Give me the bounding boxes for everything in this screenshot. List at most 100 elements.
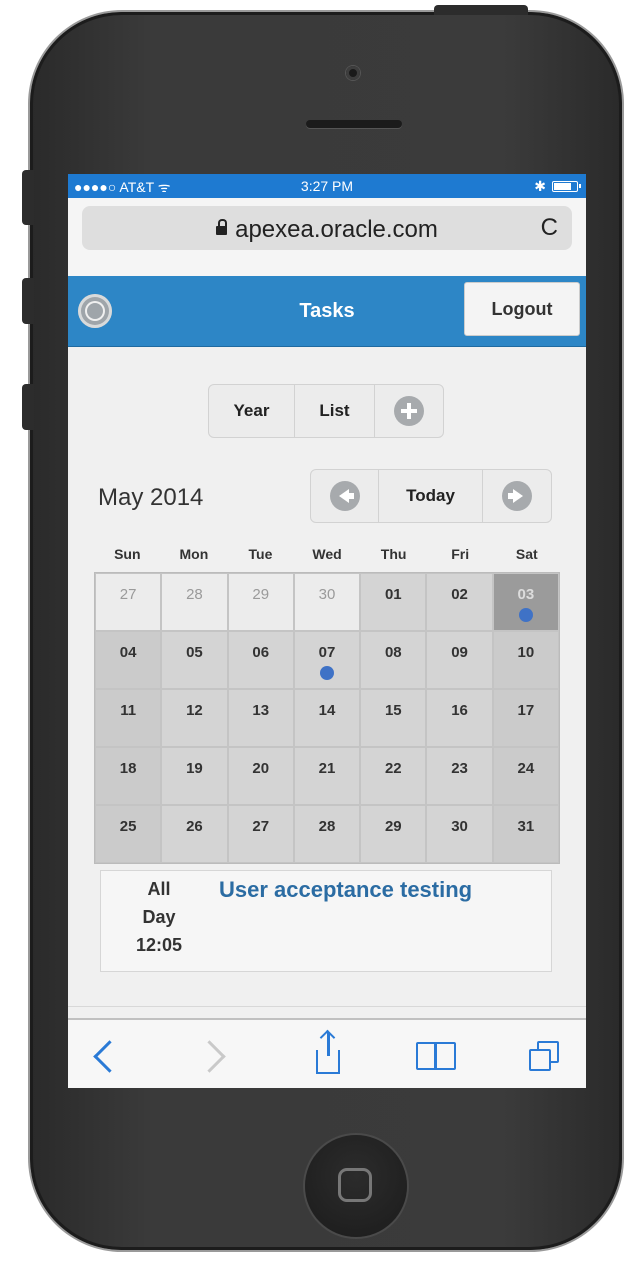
next-month-button[interactable]	[483, 470, 551, 522]
tabs-button[interactable]	[520, 1032, 568, 1080]
volume-up-button[interactable]	[22, 278, 34, 324]
calendar-day-cell[interactable]: 28	[161, 573, 228, 631]
calendar-day-number: 25	[119, 818, 137, 835]
status-bar: ●●●●○ AT&T ᯤ 3:27 PM ✱	[68, 174, 586, 198]
calendar-day-cell[interactable]: 02	[426, 573, 493, 631]
calendar-day-cell[interactable]: 25	[95, 805, 162, 863]
calendar-day-cell[interactable]: 31	[492, 805, 559, 863]
calendar-day-cell[interactable]: 12	[161, 689, 228, 747]
calendar-day-number: 22	[384, 760, 402, 777]
event-title-link[interactable]: User acceptance testing	[219, 877, 472, 903]
calendar-day-number: 05	[186, 644, 203, 661]
bluetooth-icon: ✱	[534, 178, 546, 194]
calendar-day-cell[interactable]: 19	[161, 747, 228, 805]
calendar-day-cell[interactable]: 26	[161, 805, 228, 863]
calendar-day-number: 16	[451, 702, 468, 719]
calendar-day-number: 13	[252, 702, 270, 719]
calendar-day-cell[interactable]: 01	[360, 573, 427, 631]
calendar-day-number: 20	[252, 760, 270, 777]
logout-button[interactable]: Logout	[464, 282, 580, 336]
dow-sat: Sat	[515, 546, 538, 562]
year-view-button[interactable]: Year	[209, 385, 295, 437]
calendar-day-cell[interactable]: 13	[227, 689, 294, 747]
forward-button[interactable]	[190, 1032, 238, 1080]
calendar-day-cell[interactable]: 21	[293, 747, 361, 805]
calendar-day-cell[interactable]: 08	[360, 631, 427, 689]
calendar-day-cell[interactable]: 23	[426, 747, 493, 805]
home-square-icon	[338, 1168, 372, 1202]
calendar-day-cell[interactable]: 04	[95, 631, 162, 689]
calendar-day-cell[interactable]: 22	[360, 747, 427, 805]
calendar-day-cell[interactable]: 10	[492, 631, 559, 689]
address-bar[interactable]: apexea.oracle.com C	[82, 206, 572, 250]
calendar-day-cell[interactable]: 06	[227, 631, 294, 689]
calendar-day-cell[interactable]: 16	[426, 689, 493, 747]
calendar-day-cell[interactable]: 15	[360, 689, 427, 747]
bookmarks-icon	[416, 1042, 456, 1070]
calendar-day-number: 18	[119, 760, 137, 777]
calendar-day-cell[interactable]: 09	[426, 631, 493, 689]
day-of-week-header: Sun Mon Tue Wed Thu Fri Sat	[94, 546, 560, 562]
chevron-left-icon	[92, 1039, 126, 1073]
calendar-day-number: 14	[318, 702, 336, 719]
volume-down-button[interactable]	[22, 384, 34, 430]
calendar-day-number: 26	[186, 818, 203, 835]
camera-icon	[346, 66, 360, 80]
dow-sun: Sun	[114, 546, 141, 562]
calendar-day-number: 08	[384, 644, 402, 661]
calendar-day-number: 02	[451, 586, 468, 603]
event-detail-panel[interactable]: All Day 12:05 User acceptance testing	[100, 870, 552, 972]
list-view-button[interactable]: List	[295, 385, 375, 437]
calendar-grid: 27 28 29 30 01 02 03 04 05 06 07 08 09 10 11 12 13 14 15 16…	[94, 572, 560, 864]
plus-circle-icon	[394, 396, 424, 426]
event-time-line: 12:05	[135, 935, 183, 955]
add-task-button[interactable]	[375, 385, 443, 437]
home-button[interactable]	[305, 1135, 407, 1237]
calendar-day-cell[interactable]: 27	[95, 573, 162, 631]
calendar-day-number: 29	[384, 818, 402, 835]
calendar-day-cell[interactable]: 18	[95, 747, 162, 805]
dow-fri: Fri	[451, 546, 470, 562]
safari-address-area: apexea.oracle.com C	[68, 198, 586, 276]
view-button-group: Year List	[208, 384, 444, 438]
bookmarks-button[interactable]	[412, 1032, 460, 1080]
calendar-day-number: 07	[318, 644, 336, 661]
calendar-day-cell[interactable]: 29	[360, 805, 427, 863]
today-button[interactable]: Today	[379, 470, 483, 522]
calendar-day-cell[interactable]: 20	[227, 747, 294, 805]
dow-tue: Tue	[248, 546, 273, 562]
share-button[interactable]	[304, 1032, 352, 1080]
calendar-day-number: 27	[252, 818, 270, 835]
calendar-day-cell[interactable]: 17	[492, 689, 559, 747]
calendar-day-cell[interactable]: 14	[293, 689, 361, 747]
calendar-day-number: 01	[384, 586, 402, 603]
event-time-line: All	[147, 879, 171, 899]
calendar-day-cell[interactable]: 28	[293, 805, 361, 863]
calendar-day-number: 09	[451, 644, 468, 661]
mute-switch[interactable]	[22, 170, 34, 225]
calendar-day-cell[interactable]: 07	[293, 631, 361, 689]
calendar-day-cell[interactable]: 05	[161, 631, 228, 689]
calendar-day-cell[interactable]: 11	[95, 689, 162, 747]
lock-icon	[216, 219, 228, 235]
calendar-day-cell[interactable]: 29	[227, 573, 294, 631]
calendar-day-number: 30	[451, 818, 468, 835]
calendar-day-number: 19	[186, 760, 203, 777]
previous-month-button[interactable]	[311, 470, 379, 522]
calendar-day-number: 15	[384, 702, 402, 719]
calendar-day-number: 11	[120, 702, 137, 719]
calendar-day-cell[interactable]: 30	[426, 805, 493, 863]
calendar-day-cell[interactable]: 24	[492, 747, 559, 805]
battery-icon	[552, 181, 581, 192]
calendar-day-number: 03	[517, 586, 535, 603]
reload-icon[interactable]: C	[541, 214, 558, 242]
event-time: All Day 12:05	[119, 875, 199, 959]
calendar-day-cell[interactable]: 27	[227, 805, 294, 863]
calendar-day-cell[interactable]: 03	[492, 573, 559, 631]
calendar-day-cell[interactable]: 30	[293, 573, 361, 631]
power-button[interactable]	[434, 5, 528, 15]
back-button[interactable]	[80, 1032, 128, 1080]
url-text[interactable]: apexea.oracle.com	[82, 216, 572, 244]
dow-thu: Thu	[380, 546, 407, 562]
calendar-nav-group: Today	[310, 469, 552, 523]
